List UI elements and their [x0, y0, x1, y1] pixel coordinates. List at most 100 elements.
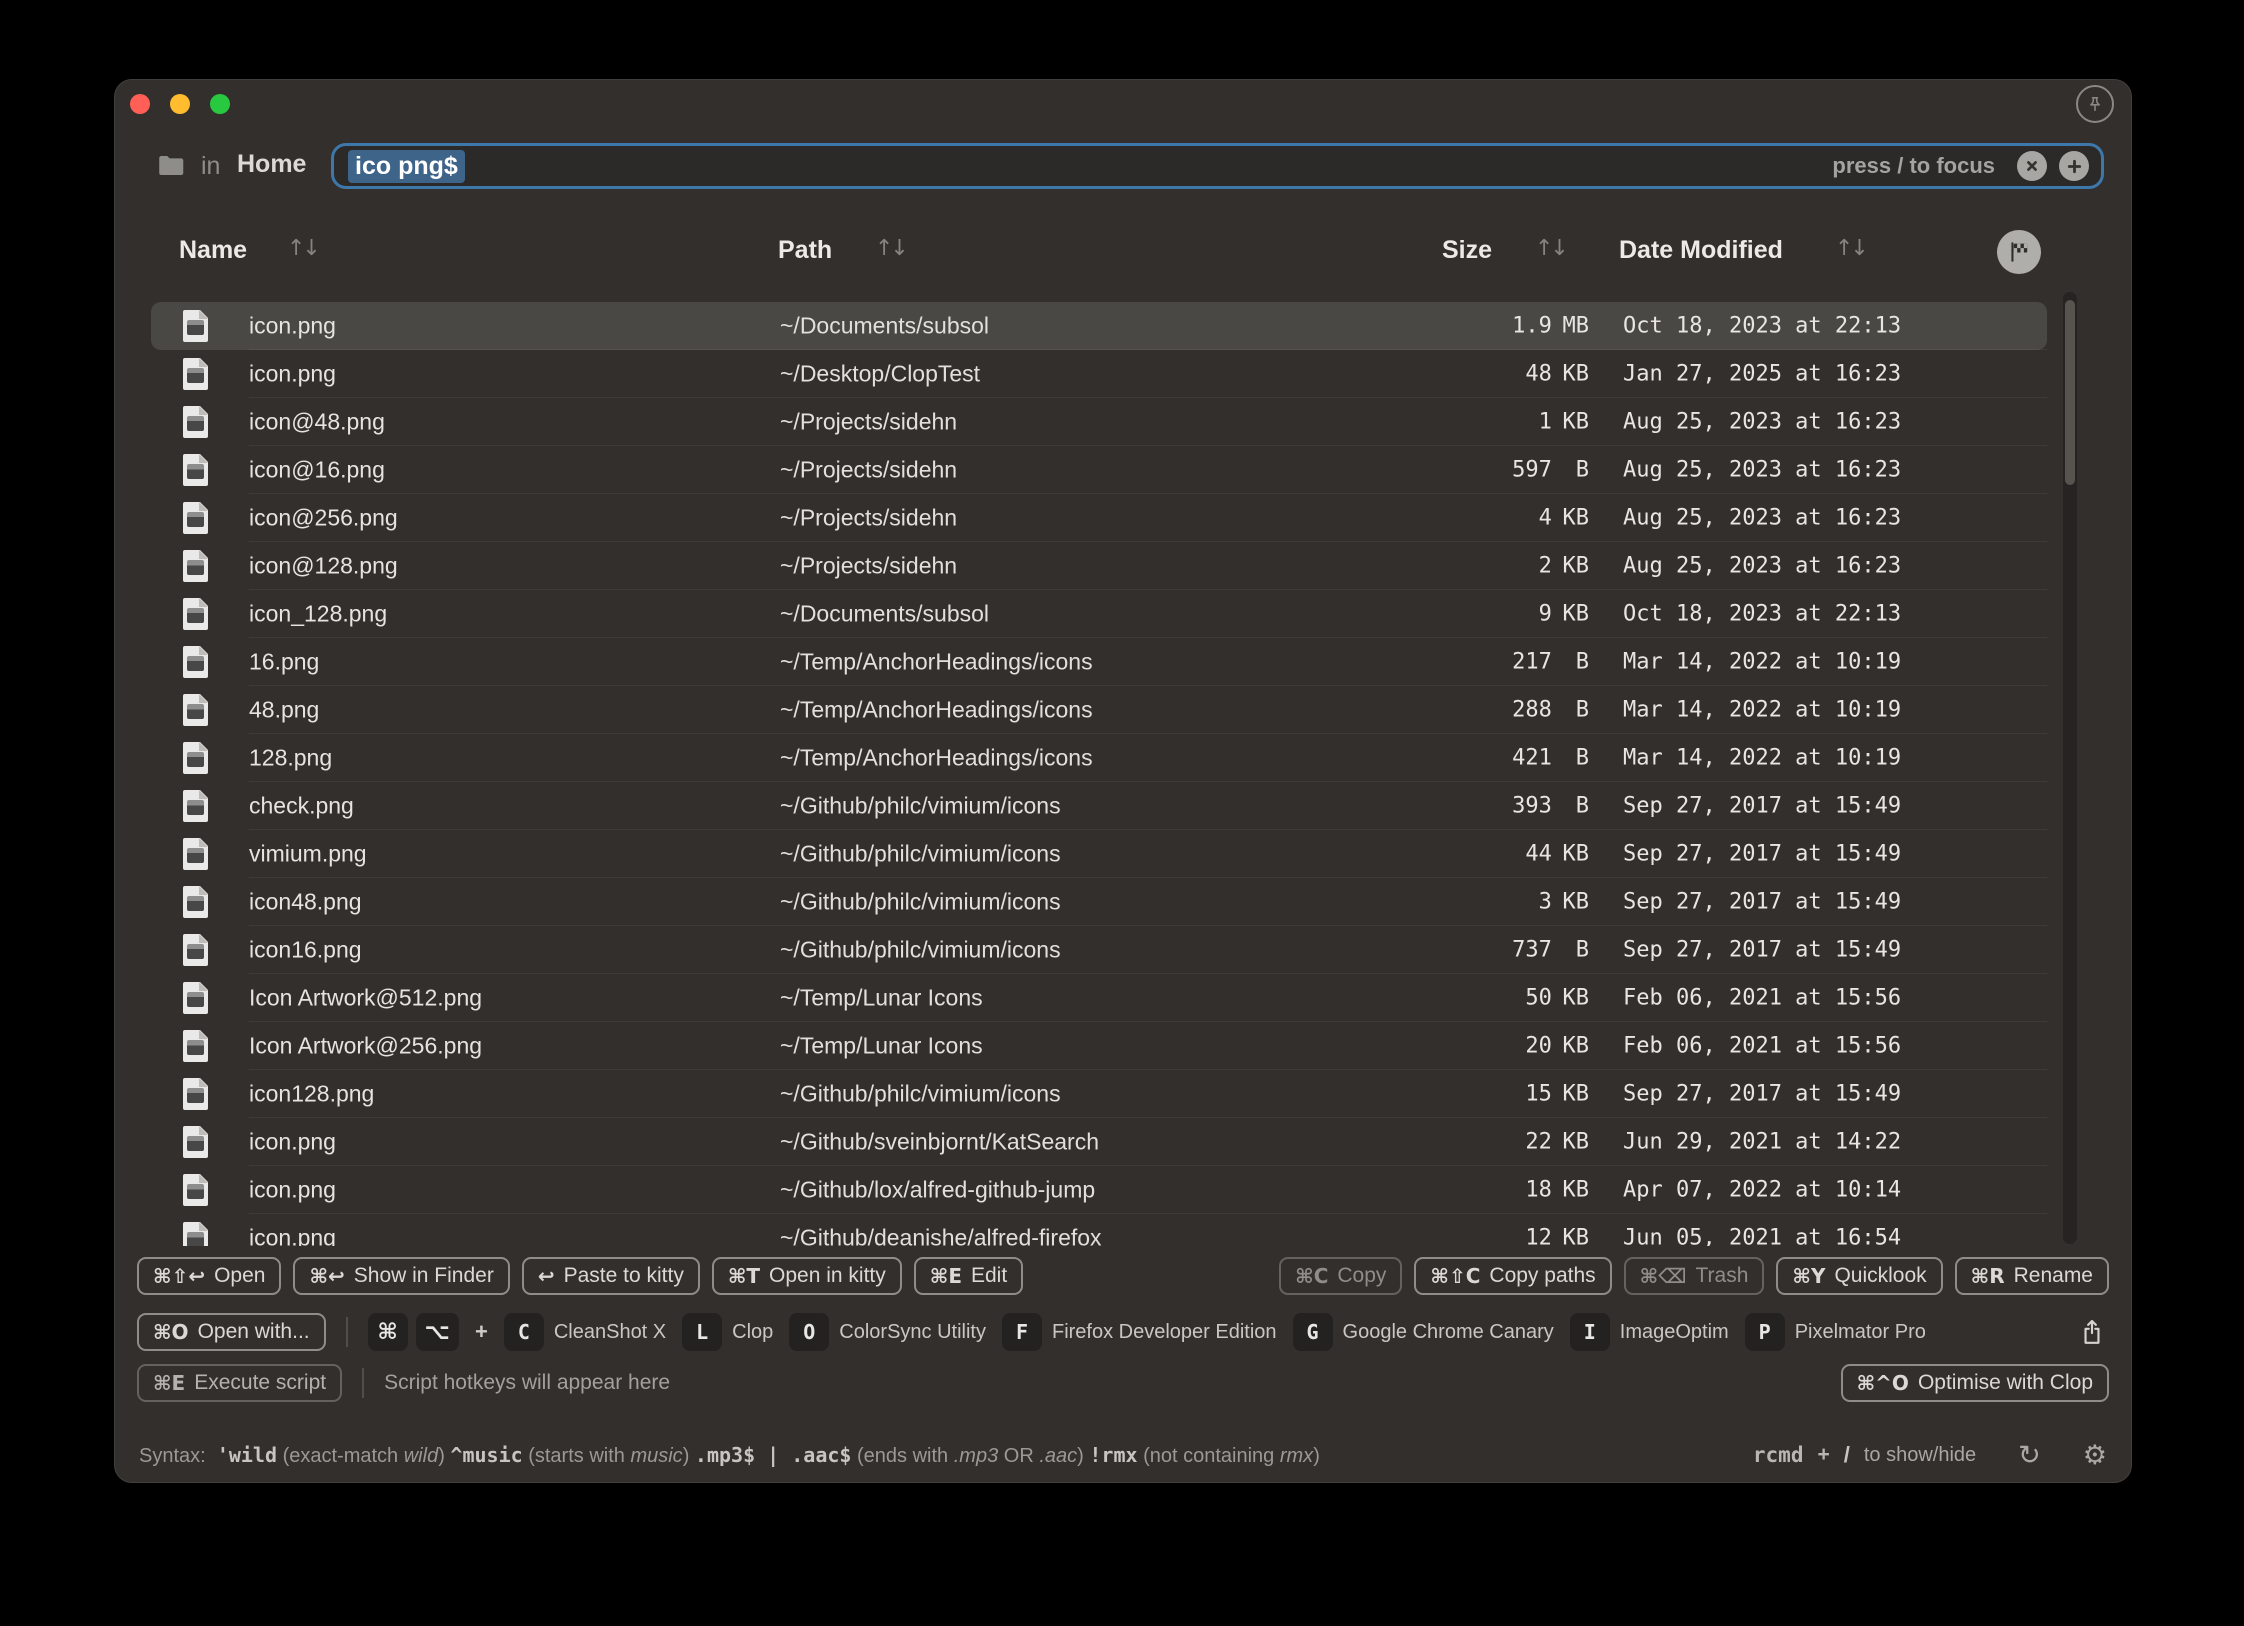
syntax-segment: (not containing — [1138, 1445, 1280, 1468]
syntax-segment: music — [630, 1445, 682, 1468]
share-icon — [2079, 1318, 2105, 1346]
file-row[interactable]: icon.png ~/Github/sveinbjornt/KatSearch … — [151, 1118, 2047, 1166]
syntax-segment: ) — [1313, 1445, 1320, 1468]
sort-size-button[interactable]: ↑↓ — [1535, 236, 1566, 261]
action-button[interactable]: ⌘Y Quicklook — [1776, 1257, 1942, 1295]
action-button[interactable]: ⌘⌫ Trash — [1624, 1257, 1765, 1295]
file-row[interactable]: Icon Artwork@256.png ~/Temp/Lunar Icons … — [151, 1022, 2047, 1070]
file-row[interactable]: icon@128.png ~/Projects/sidehn 2KB Aug 2… — [151, 542, 2047, 590]
file-row[interactable]: icon@48.png ~/Projects/sidehn 1KB Aug 25… — [151, 398, 2047, 446]
footer-right: rcmd + / to show/hide ↻ ⚙ — [1753, 1442, 2107, 1469]
add-search-button[interactable] — [2059, 151, 2089, 181]
window-controls — [130, 94, 230, 114]
action-button[interactable]: ⌘R Rename — [1955, 1257, 2109, 1295]
search-focus-hint: press / to focus — [1832, 153, 1995, 179]
refresh-button[interactable]: ↻ — [2018, 1442, 2041, 1469]
sort-path-button[interactable]: ↑↓ — [875, 236, 906, 261]
file-row[interactable]: 128.png ~/Temp/AnchorHeadings/icons 421B… — [151, 734, 2047, 782]
action-button[interactable]: ⌘C Copy — [1279, 1257, 1402, 1295]
clear-search-button[interactable] — [2017, 151, 2047, 181]
action-button[interactable]: ⌘⇧↩ Open — [137, 1257, 281, 1295]
open-with-app[interactable]: P Pixelmator Pro — [1745, 1313, 1926, 1351]
optimise-with-clop-button[interactable]: ⌘^O Optimise with Clop — [1841, 1364, 2109, 1402]
scrollbar-track[interactable] — [2063, 292, 2077, 1244]
file-date-modified: Jan 27, 2025 at 16:23 — [1623, 362, 1901, 387]
primary-actions-row: ⌘⇧↩ Open ⌘↩ Show in Finder ↩ Paste to ki… — [137, 1256, 2109, 1296]
hotkey-label: ⌘⇧C — [1430, 1264, 1480, 1288]
rcmd-label: rcmd — [1753, 1443, 1804, 1467]
open-with-app[interactable]: G Google Chrome Canary — [1293, 1313, 1554, 1351]
scrollbar-thumb[interactable] — [2065, 300, 2075, 485]
syntax-segment: | — [755, 1443, 791, 1467]
file-path: ~/Github/philc/vimium/icons — [780, 841, 1061, 868]
file-row[interactable]: icon16.png ~/Github/philc/vimium/icons 7… — [151, 926, 2047, 974]
open-with-app[interactable]: I ImageOptim — [1570, 1313, 1729, 1351]
open-with-app[interactable]: L Clop — [682, 1313, 773, 1351]
settings-button[interactable]: ⚙ — [2083, 1442, 2107, 1469]
app-hotkey-badge: C — [504, 1313, 544, 1351]
open-with-app[interactable]: F Firefox Developer Edition — [1002, 1313, 1277, 1351]
file-row[interactable]: icon_128.png ~/Documents/subsol 9KB Oct … — [151, 590, 2047, 638]
minimize-window-button[interactable] — [170, 94, 190, 114]
file-row[interactable]: icon128.png ~/Github/philc/vimium/icons … — [151, 1070, 2047, 1118]
execute-script-button[interactable]: ⌘E Execute script — [137, 1364, 342, 1402]
syntax-segment: wild — [404, 1445, 438, 1468]
action-button[interactable]: ↩ Paste to kitty — [522, 1257, 700, 1295]
file-path: ~/Temp/Lunar Icons — [780, 985, 983, 1012]
app-name: ImageOptim — [1620, 1321, 1729, 1344]
search-scope-prefix: in — [201, 152, 220, 181]
file-size: 393B — [1391, 794, 1589, 819]
file-size: 9KB — [1391, 602, 1589, 627]
file-name: icon@16.png — [249, 457, 385, 484]
file-row[interactable]: vimium.png ~/Github/philc/vimium/icons 4… — [151, 830, 2047, 878]
file-row[interactable]: check.png ~/Github/philc/vimium/icons 39… — [151, 782, 2047, 830]
file-size: 12KB — [1391, 1226, 1589, 1247]
app-hotkey-badge: G — [1293, 1313, 1333, 1351]
action-button[interactable]: ⌘↩ Show in Finder — [293, 1257, 509, 1295]
share-button[interactable] — [2075, 1318, 2109, 1346]
sort-name-button[interactable]: ↑↓ — [287, 236, 318, 261]
column-header-path: Path — [778, 236, 832, 265]
syntax-segment: .aac — [1039, 1445, 1077, 1468]
file-size: 50KB — [1391, 986, 1589, 1011]
file-name: 128.png — [249, 745, 332, 772]
zoom-window-button[interactable] — [210, 94, 230, 114]
file-date-modified: Aug 25, 2023 at 16:23 — [1623, 506, 1901, 531]
file-row[interactable]: icon.png ~/Documents/subsol 1.9MB Oct 18… — [151, 302, 2047, 350]
file-row[interactable]: 16.png ~/Temp/AnchorHeadings/icons 217B … — [151, 638, 2047, 686]
finish-flag-filter-button[interactable] — [1997, 230, 2041, 274]
script-hotkeys-hint: Script hotkeys will appear here — [384, 1371, 670, 1395]
file-row[interactable]: icon.png ~/Desktop/ClopTest 48KB Jan 27,… — [151, 350, 2047, 398]
action-label: Paste to kitty — [564, 1264, 684, 1288]
png-file-icon — [183, 934, 208, 966]
pushpin-icon — [2085, 94, 2105, 114]
close-window-button[interactable] — [130, 94, 150, 114]
file-row[interactable]: 48.png ~/Temp/AnchorHeadings/icons 288B … — [151, 686, 2047, 734]
syntax-segment: ^music — [450, 1443, 522, 1467]
open-with-app[interactable]: O ColorSync Utility — [789, 1313, 986, 1351]
file-row[interactable]: icon48.png ~/Github/philc/vimium/icons 3… — [151, 878, 2047, 926]
open-with-app[interactable]: C CleanShot X — [504, 1313, 666, 1351]
file-row[interactable]: icon@16.png ~/Projects/sidehn 597B Aug 2… — [151, 446, 2047, 494]
search-scope-value[interactable]: Home — [237, 150, 306, 179]
file-row[interactable]: Icon Artwork@512.png ~/Temp/Lunar Icons … — [151, 974, 2047, 1022]
open-with-button[interactable]: ⌘O Open with... — [137, 1313, 326, 1351]
sort-date-button[interactable]: ↑↓ — [1835, 236, 1866, 261]
action-label: Edit — [971, 1264, 1007, 1288]
file-size: 3KB — [1391, 890, 1589, 915]
syntax-segment: .aac$ — [791, 1443, 851, 1467]
search-input[interactable]: ico png$ press / to focus — [331, 143, 2104, 189]
png-file-icon — [183, 1126, 208, 1158]
file-row[interactable]: icon@256.png ~/Projects/sidehn 4KB Aug 2… — [151, 494, 2047, 542]
pin-window-button[interactable] — [2076, 85, 2114, 123]
action-button[interactable]: ⌘E Edit — [914, 1257, 1023, 1295]
file-path: ~/Temp/AnchorHeadings/icons — [780, 745, 1093, 772]
hotkey-label: ⌘↩ — [309, 1264, 344, 1288]
file-name: check.png — [249, 793, 354, 820]
action-button[interactable]: ⌘⇧C Copy paths — [1414, 1257, 1611, 1295]
file-row[interactable]: icon.png ~/Github/deanishe/alfred-firefo… — [151, 1214, 2047, 1246]
action-button[interactable]: ⌘T Open in kitty — [712, 1257, 902, 1295]
app-name: Clop — [732, 1321, 773, 1344]
file-row[interactable]: icon.png ~/Github/lox/alfred-github-jump… — [151, 1166, 2047, 1214]
file-size: 288B — [1391, 698, 1589, 723]
